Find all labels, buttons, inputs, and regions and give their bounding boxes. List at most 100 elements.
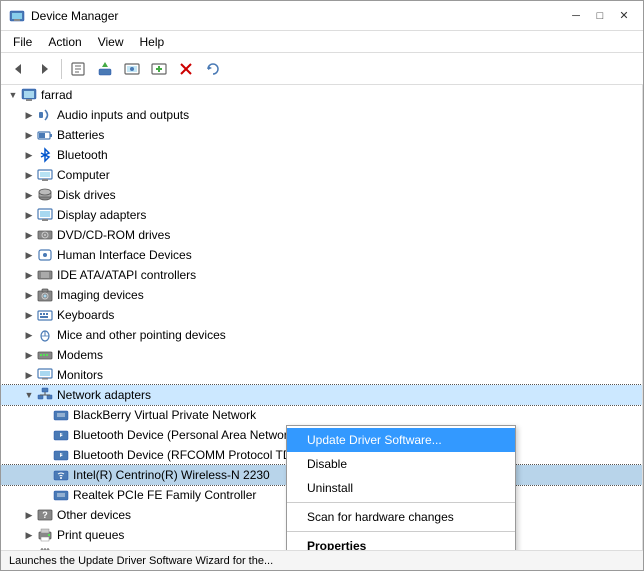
menu-action[interactable]: Action: [40, 33, 89, 51]
close-button[interactable]: ✕: [613, 6, 635, 26]
context-menu-divider-1: [287, 502, 515, 503]
keyboards-label: Keyboards: [57, 308, 114, 322]
bt-pan-icon: [53, 427, 69, 443]
computer-expand[interactable]: ▶: [21, 167, 37, 183]
remove-button[interactable]: [173, 57, 199, 81]
context-menu-disable[interactable]: Disable: [287, 452, 515, 476]
computer-label: Computer: [57, 168, 110, 182]
disk-icon: [37, 187, 53, 203]
root-expand-icon[interactable]: ▼: [5, 87, 21, 103]
context-menu-uninstall[interactable]: Uninstall: [287, 476, 515, 500]
monitors-expand[interactable]: ▶: [21, 367, 37, 383]
computer-icon: [21, 87, 37, 103]
tree-modems[interactable]: ▶ Modems: [1, 345, 642, 365]
display-icon: [37, 207, 53, 223]
tree-batteries[interactable]: ▶ Batteries: [1, 125, 642, 145]
mice-expand[interactable]: ▶: [21, 327, 37, 343]
menu-help[interactable]: Help: [132, 33, 173, 51]
toolbar: [1, 53, 643, 85]
scan-hardware-button[interactable]: [119, 57, 145, 81]
title-bar: Device Manager ─ □ ✕: [1, 1, 643, 31]
context-menu-update-driver[interactable]: Update Driver Software...: [287, 428, 515, 452]
network-device-icon: [53, 407, 69, 423]
minimize-button[interactable]: ─: [565, 6, 587, 26]
tree-monitors[interactable]: ▶ Monitors: [1, 365, 642, 385]
imaging-label: Imaging devices: [57, 288, 144, 302]
tree-display[interactable]: ▶ Display adapters: [1, 205, 642, 225]
processors-label: Processors: [57, 548, 117, 550]
display-label: Display adapters: [57, 208, 146, 222]
app-icon: [9, 8, 25, 24]
display-expand[interactable]: ▶: [21, 207, 37, 223]
menu-file[interactable]: File: [5, 33, 40, 51]
back-button[interactable]: [5, 57, 31, 81]
batteries-expand[interactable]: ▶: [21, 127, 37, 143]
dvd-expand[interactable]: ▶: [21, 227, 37, 243]
keyboards-expand[interactable]: ▶: [21, 307, 37, 323]
modems-expand[interactable]: ▶: [21, 347, 37, 363]
tree-hid[interactable]: ▶ Human Interface Devices: [1, 245, 642, 265]
tree-bluetooth[interactable]: ▶ Bluetooth: [1, 145, 642, 165]
add-hardware-button[interactable]: [146, 57, 172, 81]
bt-rfcomm-icon: [53, 447, 69, 463]
other-expand[interactable]: ▶: [21, 507, 37, 523]
audio-label: Audio inputs and outputs: [57, 108, 189, 122]
mouse-icon: [37, 327, 53, 343]
title-bar-controls: ─ □ ✕: [565, 6, 635, 26]
context-menu-scan[interactable]: Scan for hardware changes: [287, 505, 515, 529]
root-label: farrad: [41, 88, 72, 102]
print-expand[interactable]: ▶: [21, 527, 37, 543]
processors-expand[interactable]: ▶: [21, 547, 37, 550]
imaging-expand[interactable]: ▶: [21, 287, 37, 303]
tree-dvd[interactable]: ▶ DVD/CD-ROM drives: [1, 225, 642, 245]
back-icon: [11, 62, 25, 76]
svg-text:?: ?: [42, 510, 48, 520]
monitor-icon: [37, 367, 53, 383]
tree-blackberry[interactable]: ▶ BlackBerry Virtual Private Network: [1, 405, 642, 425]
print-icon: [37, 527, 53, 543]
tree-network-adapters[interactable]: ▼ Network adapters: [1, 385, 642, 405]
audio-expand[interactable]: ▶: [21, 107, 37, 123]
mice-label: Mice and other pointing devices: [57, 328, 226, 342]
monitors-label: Monitors: [57, 368, 103, 382]
intel-wireless-label: Intel(R) Centrino(R) Wireless-N 2230: [73, 468, 270, 482]
forward-icon: [38, 62, 52, 76]
bluetooth-expand[interactable]: ▶: [21, 147, 37, 163]
hid-expand[interactable]: ▶: [21, 247, 37, 263]
other-icon: ?: [37, 507, 53, 523]
tree-mice[interactable]: ▶ Mice and other pointing devices: [1, 325, 642, 345]
tree-panel[interactable]: ▼ farrad ▶: [1, 85, 643, 550]
tree-computer[interactable]: ▶ Computer: [1, 165, 642, 185]
dvd-label: DVD/CD-ROM drives: [57, 228, 170, 242]
add-hardware-icon: [151, 61, 167, 77]
context-menu-properties[interactable]: Properties: [287, 534, 515, 550]
properties-button[interactable]: [65, 57, 91, 81]
network-adapters-expand[interactable]: ▼: [21, 387, 37, 403]
disk-label: Disk drives: [57, 188, 116, 202]
update-driver-button[interactable]: [92, 57, 118, 81]
maximize-button[interactable]: □: [589, 6, 611, 26]
tree-keyboards[interactable]: ▶ Keyboards: [1, 305, 642, 325]
modems-label: Modems: [57, 348, 103, 362]
tree-ide[interactable]: ▶ IDE ATA/ATAPI controllers: [1, 265, 642, 285]
window-title: Device Manager: [31, 9, 118, 23]
ide-expand[interactable]: ▶: [21, 267, 37, 283]
refresh-button[interactable]: [200, 57, 226, 81]
properties-icon: [70, 61, 86, 77]
audio-icon: [37, 107, 53, 123]
tree-audio[interactable]: ▶ Audio inputs and outputs: [1, 105, 642, 125]
context-menu-divider-2: [287, 531, 515, 532]
device-manager-window: Device Manager ─ □ ✕ File Action View He…: [0, 0, 644, 571]
menu-bar: File Action View Help: [1, 31, 643, 53]
ide-icon: [37, 267, 53, 283]
menu-view[interactable]: View: [90, 33, 132, 51]
tree-disk[interactable]: ▶ Disk drives: [1, 185, 642, 205]
tree-imaging[interactable]: ▶ Imaging devices: [1, 285, 642, 305]
batteries-label: Batteries: [57, 128, 104, 142]
forward-button[interactable]: [32, 57, 58, 81]
battery-icon: [37, 127, 53, 143]
network-icon: [37, 387, 53, 403]
status-bar: Launches the Update Driver Software Wiza…: [1, 550, 643, 570]
disk-expand[interactable]: ▶: [21, 187, 37, 203]
tree-root[interactable]: ▼ farrad: [1, 85, 642, 105]
